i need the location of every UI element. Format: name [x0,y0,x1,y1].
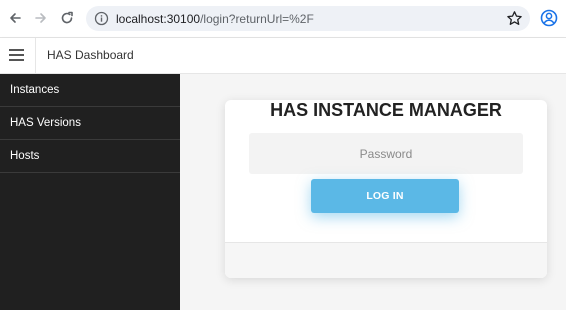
info-icon[interactable] [94,11,109,26]
sidebar-item-hosts[interactable]: Hosts [0,140,180,173]
password-field[interactable] [249,133,523,174]
reload-icon [61,11,73,24]
app-header: HAS Dashboard [0,38,566,74]
main-content: HAS INSTANCE MANAGER LOG IN [180,74,566,310]
login-button[interactable]: LOG IN [311,179,459,213]
sidebar-item-instances[interactable]: Instances [0,74,180,107]
header-divider [35,38,36,73]
url-host: localhost:30100 [116,12,201,26]
login-card: HAS INSTANCE MANAGER LOG IN [225,100,547,278]
back-button[interactable] [5,8,25,28]
url-path: /login?returnUrl=%2F [200,12,314,26]
arrow-left-icon [10,13,21,23]
address-bar[interactable]: localhost:30100/login?returnUrl=%2F [86,6,530,31]
url-text: localhost:30100/login?returnUrl=%2F [116,12,314,26]
arrow-right-icon [35,13,46,23]
browser-toolbar: localhost:30100/login?returnUrl=%2F [0,0,566,38]
sidebar-item-has-versions[interactable]: HAS Versions [0,107,180,140]
card-footer [225,242,547,278]
app-title: HAS Dashboard [47,48,134,62]
hamburger-icon[interactable] [9,48,25,62]
reload-button[interactable] [57,8,77,28]
sidebar: Instances HAS Versions Hosts [0,74,180,310]
star-icon[interactable] [506,10,523,27]
login-title: HAS INSTANCE MANAGER [270,100,502,120]
profile-icon[interactable] [540,9,558,27]
forward-button[interactable] [31,8,51,28]
